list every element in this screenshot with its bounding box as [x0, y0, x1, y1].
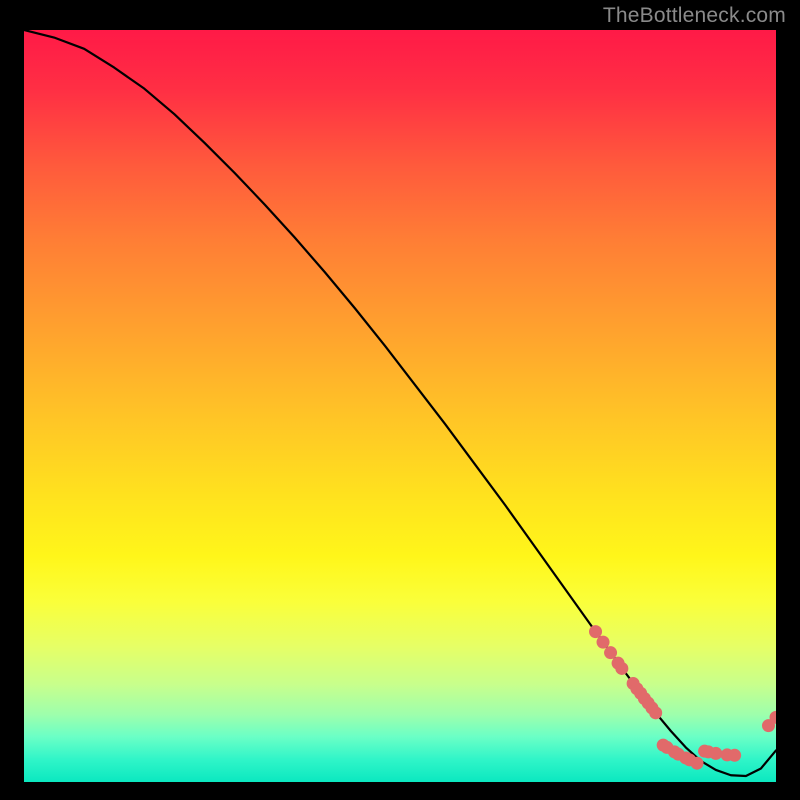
- chart-marker: [709, 747, 722, 760]
- chart-markers: [589, 625, 776, 770]
- chart-plot-area: [24, 30, 776, 782]
- chart-marker: [604, 646, 617, 659]
- chart-marker: [691, 757, 704, 770]
- chart-marker: [597, 636, 610, 649]
- chart-marker: [615, 662, 628, 675]
- chart-curve-line: [24, 30, 776, 776]
- chart-marker: [728, 749, 741, 762]
- chart-marker: [589, 625, 602, 638]
- watermark-text: TheBottleneck.com: [603, 4, 786, 28]
- chart-marker: [649, 706, 662, 719]
- chart-curve-svg: [24, 30, 776, 782]
